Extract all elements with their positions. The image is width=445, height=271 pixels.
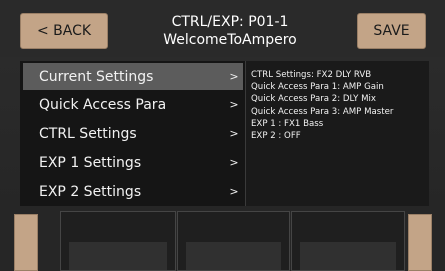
menu-item-label: Quick Access Para (39, 96, 167, 113)
menu-item-label: EXP 1 Settings (39, 154, 142, 171)
slot-display (300, 242, 396, 270)
right-page-pad[interactable] (408, 214, 432, 271)
menu-item-label: CTRL Settings (39, 125, 137, 142)
page-title-line1: CTRL/EXP: P01-1 (171, 14, 289, 30)
page-title: CTRL/EXP: P01-1 WelcomeToAmpero (120, 13, 340, 49)
footswitch-slot-1[interactable] (60, 211, 176, 271)
footswitch-slot-3[interactable] (291, 211, 405, 271)
menu-item-exp2-settings[interactable]: EXP 2 Settings > (23, 178, 243, 205)
info-line-qap2: Quick Access Para 2: DLY Mix (251, 94, 377, 105)
menu-item-quick-access-para[interactable]: Quick Access Para > (23, 91, 243, 118)
chevron-right-icon: > (229, 98, 239, 111)
menu-item-current-settings[interactable]: Current Settings > (23, 63, 243, 90)
page-title-line2: WelcomeToAmpero (163, 32, 297, 48)
left-page-pad[interactable] (14, 214, 38, 271)
chevron-right-icon: > (229, 185, 239, 198)
slot-display (186, 242, 281, 270)
menu-item-exp1-settings[interactable]: EXP 1 Settings > (23, 149, 243, 176)
info-line-qap1: Quick Access Para 1: AMP Gain (251, 82, 384, 93)
chevron-right-icon: > (229, 127, 239, 140)
info-line-qap3: Quick Access Para 3: AMP Master (251, 106, 394, 117)
footswitch-slot-2[interactable] (177, 211, 290, 271)
chevron-right-icon: > (229, 156, 239, 169)
menu-item-label: EXP 2 Settings (39, 183, 142, 200)
menu-item-ctrl-settings[interactable]: CTRL Settings > (23, 120, 243, 147)
chevron-right-icon: > (229, 70, 239, 83)
menu-item-label: Current Settings (39, 68, 154, 85)
info-line-exp2: EXP 2 : OFF (251, 131, 301, 142)
settings-menu: Current Settings > Quick Access Para > C… (20, 61, 246, 206)
info-line-ctrl: CTRL Settings: FX2 DLY RVB (251, 70, 372, 80)
header-bar: < BACK CTRL/EXP: P01-1 WelcomeToAmpero S… (0, 0, 445, 57)
back-button[interactable]: < BACK (20, 13, 108, 49)
current-settings-panel: CTRL Settings: FX2 DLY RVB Quick Access … (245, 61, 429, 206)
save-button[interactable]: SAVE (357, 13, 426, 49)
slot-display (69, 242, 167, 270)
info-line-exp1: EXP 1 : FX1 Bass (251, 118, 324, 129)
